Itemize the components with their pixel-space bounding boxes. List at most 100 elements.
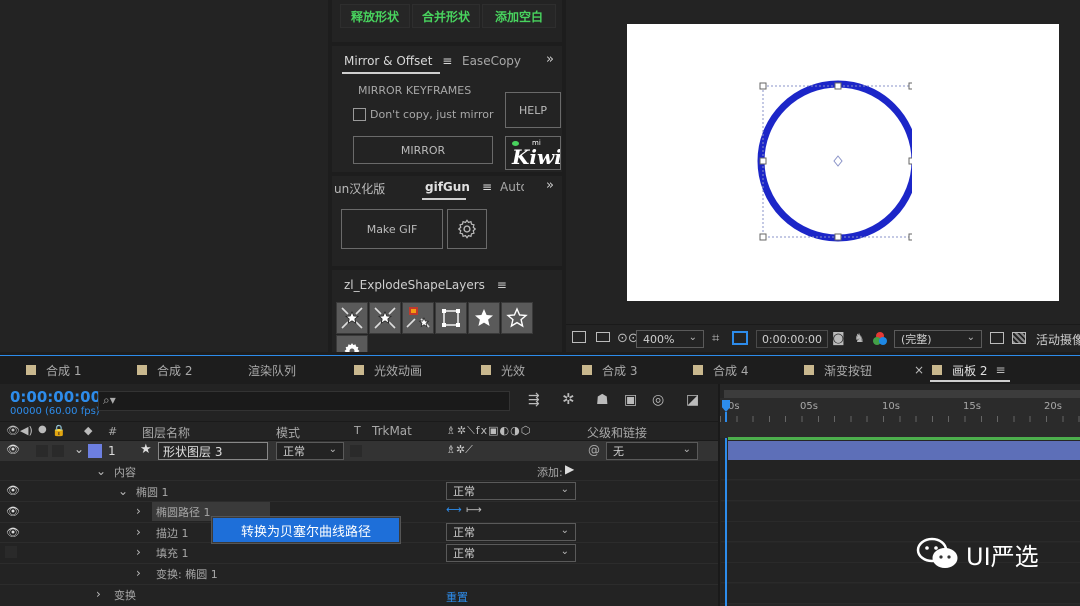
tab-menu-icon[interactable]: ≡ [482,180,492,194]
path-direction-alt-icon[interactable]: ⟼ [466,503,482,516]
panel-overflow-icon[interactable]: » [546,178,554,193]
add-blank-button[interactable]: 添加空白 [482,4,556,28]
ellipse-group-label[interactable]: 椭圆 1 [136,484,169,500]
transparency-grid-icon[interactable] [1012,332,1026,344]
monitor-icon[interactable] [596,332,610,342]
chevron-down-icon[interactable]: ⌄ [74,442,84,456]
solo-toggle-icon[interactable]: ● [38,424,47,435]
chevron-down-icon[interactable]: ⌄ [96,464,106,478]
chevron-right-icon[interactable]: › [136,545,141,559]
layer-row[interactable]: 👁 ⌄ 1 ★ 形状图层 3 正常 ⌄ ♗✲⟋ @ 无 ⌄ [0,441,718,461]
show-snapshot-icon[interactable]: ♞ [854,331,865,345]
visibility-box[interactable] [5,546,17,558]
layer-label-color[interactable] [88,444,102,458]
reset-link[interactable]: 重置 [446,589,468,605]
stroke-mode-select[interactable]: 正常 ⌄ [446,523,576,541]
shy-layers-icon[interactable]: ☗ [596,392,609,408]
comp-mini-flowchart-icon[interactable]: ⇶ [528,392,540,408]
visibility-eye-icon[interactable]: 👁 [6,443,20,456]
visibility-eye-icon[interactable]: 👁 [6,526,20,539]
tab-gifgun[interactable]: gifGun ≡ [425,180,492,194]
graph-editor-icon[interactable]: ◪ [686,392,699,408]
ellipse-layer-preview[interactable] [752,76,912,246]
bounding-box-button[interactable] [435,302,467,334]
layer-name-field[interactable]: 形状图层 3 [158,442,268,460]
region-of-interest-icon[interactable] [990,332,1004,344]
outline-star-button[interactable] [501,302,533,334]
always-preview-icon[interactable] [572,331,586,343]
camera-snapshot-icon[interactable]: ◙ [832,331,845,346]
solo-box[interactable] [36,445,48,457]
chevron-right-icon[interactable]: › [136,525,141,539]
ellipse-group-mode-select[interactable]: 正常 ⌄ [446,482,576,500]
tab-easecopy[interactable]: EaseCopy [462,54,521,68]
help-button[interactable]: HELP [505,92,561,128]
grid-icon[interactable]: ⌗ [712,331,719,346]
draft-3d-icon[interactable]: ✲ [562,390,575,408]
make-gif-button[interactable]: Make GIF [341,209,443,249]
viewer-timecode[interactable]: 0:00:00:00 [756,330,828,348]
zoom-select[interactable]: 400% ⌄ [636,330,704,348]
column-parent[interactable]: 父级和链接 [587,424,647,441]
tab-gradient-button[interactable]: 渐变按钮 [804,356,872,384]
tab-mirror-offset[interactable]: Mirror & Offset ≡ [344,54,452,68]
lock-box[interactable] [52,445,64,457]
dont-copy-checkbox[interactable] [353,108,366,121]
work-area-bar[interactable] [724,390,1080,398]
tab-comp-4[interactable]: 合成 4 [693,356,748,384]
time-ruler[interactable]: 0s 05s 10s 15s 20s [720,398,1080,422]
kiwi-logo[interactable]: mi Kiwi [505,136,561,170]
timeline-current-time[interactable]: 0:00:00:00 [10,388,101,406]
tab-light[interactable]: 光效 [481,356,525,384]
transform-label[interactable]: 变换 [114,587,136,603]
label-tag-icon[interactable]: ◆ [84,424,92,437]
composition-viewer[interactable] [566,0,1080,324]
tab-un-localized[interactable]: un汉化版 [334,180,385,197]
column-mode[interactable]: 模式 [276,424,300,441]
column-trkmat[interactable]: TrkMat [372,424,412,438]
explode-all-button[interactable] [336,302,368,334]
motion-blur-icon[interactable]: ◎ [652,392,664,408]
add-play-icon[interactable]: ▶ [565,462,574,476]
tab-comp-1[interactable]: 合成 1 [26,356,81,384]
tab-auto[interactable]: Auto [500,180,524,194]
panel-overflow-icon[interactable]: » [546,52,554,67]
stroke-label[interactable]: 描边 1 [156,525,189,541]
chevron-down-icon[interactable]: ⌄ [118,484,128,498]
transform-ellipse-label[interactable]: 变换: 椭圆 1 [156,566,218,582]
close-icon[interactable]: × [914,363,924,377]
path-direction-icon[interactable]: ⟷ [446,503,462,516]
trkmat-box[interactable] [350,445,362,457]
lock-icon[interactable]: 🔒 [52,424,66,437]
tab-comp-3[interactable]: 合成 3 [582,356,637,384]
visibility-eye-icon[interactable]: 👁 [6,505,20,518]
layer-duration-bar[interactable] [728,441,1080,460]
tab-menu-icon[interactable]: ≡ [996,363,1006,377]
convert-to-bezier-menu-item[interactable]: 转换为贝塞尔曲线路径 [213,518,399,542]
video-toggle-icon[interactable]: 👁 [6,424,20,437]
audio-toggle-icon[interactable]: ◀) [20,424,33,437]
chevron-right-icon[interactable]: › [136,566,141,580]
visibility-eye-icon[interactable]: 👁 [6,484,20,497]
filled-star-button[interactable] [468,302,500,334]
merge-shape-button[interactable]: 合并形状 [412,4,480,28]
layer-search-input[interactable]: ⌕▾ [98,391,510,411]
mask-toggle-icon[interactable] [732,331,748,345]
resolution-select[interactable]: (完整) ⌄ [894,330,982,348]
tab-render-queue[interactable]: 渲染队列 [248,356,296,384]
gifgun-settings-button[interactable] [447,209,487,249]
frame-blending-icon[interactable]: ▣ [624,392,637,408]
layer-switch-icons[interactable]: ♗✲⟋ [446,443,473,457]
pickwhip-icon[interactable]: @ [588,443,600,457]
explode-layer-button[interactable] [402,302,434,334]
layer-mode-select[interactable]: 正常 ⌄ [276,442,344,460]
chevron-right-icon[interactable]: › [136,504,141,518]
active-camera-label[interactable]: 活动摄像 [1036,331,1080,348]
fill-label[interactable]: 填充 1 [156,545,189,561]
tab-comp-2[interactable]: 合成 2 [137,356,192,384]
column-layer-name[interactable]: 图层名称 [142,424,190,441]
fill-mode-select[interactable]: 正常 ⌄ [446,544,576,562]
chevron-right-icon[interactable]: › [96,587,101,601]
parent-select[interactable]: 无 ⌄ [606,442,698,460]
explode-separate-button[interactable] [369,302,401,334]
